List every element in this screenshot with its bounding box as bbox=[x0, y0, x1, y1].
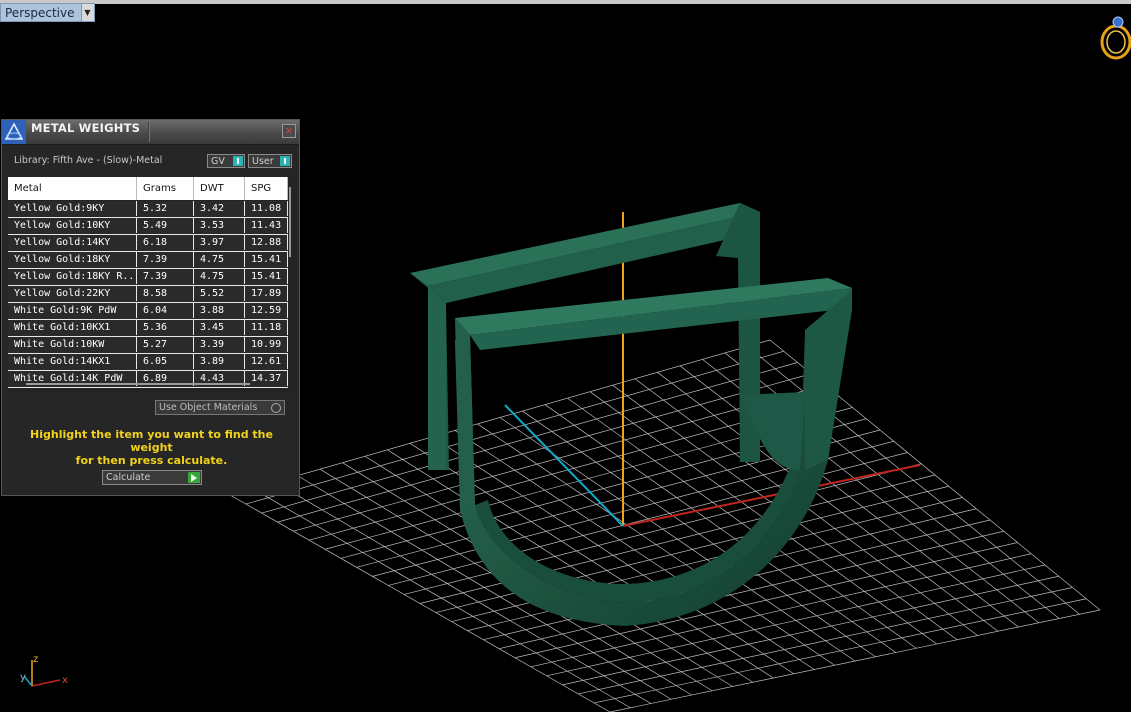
play-arrow-icon bbox=[188, 472, 200, 483]
gv-toggle-label: GV bbox=[211, 156, 225, 167]
cell-grams: 7.39 bbox=[137, 252, 194, 267]
metal-table: Metal Grams DWT SPG Yellow Gold:9KY 5.32 3… bbox=[8, 177, 295, 393]
cell-dwt: 3.45 bbox=[194, 320, 245, 335]
cell-dwt: 3.89 bbox=[194, 354, 245, 369]
cell-grams: 6.18 bbox=[137, 235, 194, 250]
column-header-spg[interactable]: SPG bbox=[245, 177, 288, 200]
triad-y-label: y bbox=[20, 672, 26, 683]
cell-grams: 8.58 bbox=[137, 286, 194, 301]
library-label: Library: Fifth Ave - (Slow)-Metal bbox=[14, 155, 163, 166]
cell-metal: White Gold:14KX1 bbox=[8, 354, 137, 369]
table-row[interactable]: Yellow Gold:22KY 8.58 5.52 17.89 bbox=[8, 286, 288, 303]
chevron-down-icon[interactable]: ▼ bbox=[80, 3, 95, 22]
use-object-materials-label: Use Object Materials bbox=[159, 402, 258, 413]
cell-spg: 11.18 bbox=[245, 320, 288, 335]
calculate-button[interactable]: Calculate bbox=[102, 470, 202, 485]
cell-spg: 12.61 bbox=[245, 354, 288, 369]
instruction-line-1: Highlight the item you want to find the … bbox=[30, 428, 273, 454]
ring-icon[interactable] bbox=[1100, 16, 1131, 60]
grid-line bbox=[609, 609, 1101, 712]
column-header-grams[interactable]: Grams bbox=[137, 177, 194, 200]
cell-spg: 15.41 bbox=[245, 269, 288, 284]
cell-metal: White Gold:10KX1 bbox=[8, 320, 137, 335]
cell-metal: Yellow Gold:9KY bbox=[8, 201, 137, 216]
cell-metal: Yellow Gold:10KY bbox=[8, 218, 137, 233]
cell-dwt: 5.52 bbox=[194, 286, 245, 301]
axis-triad: x z y bbox=[20, 654, 68, 687]
cell-grams: 5.36 bbox=[137, 320, 194, 335]
y-axis-line bbox=[504, 404, 624, 527]
cell-spg: 12.59 bbox=[245, 303, 288, 318]
triad-z-label: z bbox=[33, 654, 38, 665]
view-selector[interactable]: Perspective ▼ bbox=[0, 3, 95, 22]
panel-title: METAL WEIGHTS bbox=[31, 121, 141, 135]
cell-spg: 11.08 bbox=[245, 201, 288, 216]
floor-grid bbox=[229, 339, 1101, 712]
vertical-scrollbar[interactable] bbox=[289, 187, 291, 257]
table-body: Yellow Gold:9KY 5.32 3.42 11.08 Yellow Gold:… bbox=[8, 201, 288, 388]
cell-spg: 12.88 bbox=[245, 235, 288, 250]
cell-spg: 10.99 bbox=[245, 337, 288, 352]
table-row[interactable]: Yellow Gold:10KY 5.49 3.53 11.43 bbox=[8, 218, 288, 235]
cell-metal: Yellow Gold:18KY R... bbox=[8, 269, 137, 284]
table-row[interactable]: Yellow Gold:18KY R... 7.39 4.75 15.41 bbox=[8, 269, 288, 286]
cell-metal: Yellow Gold:22KY bbox=[8, 286, 137, 301]
gv-toggle[interactable]: GV bbox=[207, 154, 245, 168]
top-toolbar-strip bbox=[0, 0, 1131, 4]
panel-titlebar[interactable]: METAL WEIGHTS × bbox=[2, 120, 299, 145]
use-object-materials-option[interactable]: Use Object Materials bbox=[155, 400, 285, 415]
title-divider bbox=[148, 122, 150, 142]
cell-dwt: 3.42 bbox=[194, 201, 245, 216]
column-header-dwt[interactable]: DWT bbox=[194, 177, 245, 200]
instruction-line-2: for then press calculate. bbox=[75, 454, 228, 467]
front-ring-shank bbox=[455, 278, 852, 626]
radio-icon[interactable] bbox=[271, 403, 281, 413]
cell-spg: 11.43 bbox=[245, 218, 288, 233]
cell-spg: 15.41 bbox=[245, 252, 288, 267]
cell-dwt: 4.75 bbox=[194, 269, 245, 284]
cell-metal: Yellow Gold:14KY bbox=[8, 235, 137, 250]
horizontal-scrollbar[interactable] bbox=[26, 383, 250, 385]
calculate-label: Calculate bbox=[106, 472, 151, 483]
cell-spg: 17.89 bbox=[245, 286, 288, 301]
toggle-switch-icon bbox=[280, 156, 290, 166]
metal-weights-panel: METAL WEIGHTS × Library: Fifth Ave - (Sl… bbox=[1, 119, 300, 496]
cell-grams: 5.27 bbox=[137, 337, 194, 352]
column-header-metal[interactable]: Metal bbox=[8, 177, 137, 200]
cell-grams: 6.04 bbox=[137, 303, 194, 318]
cell-grams: 5.32 bbox=[137, 201, 194, 216]
cell-dwt: 3.97 bbox=[194, 235, 245, 250]
cell-dwt: 3.39 bbox=[194, 337, 245, 352]
table-header: Metal Grams DWT SPG bbox=[8, 177, 288, 200]
cell-dwt: 4.75 bbox=[194, 252, 245, 267]
table-row[interactable]: White Gold:10KW 5.27 3.39 10.99 bbox=[8, 337, 288, 354]
table-row[interactable]: Yellow Gold:14KY 6.18 3.97 12.88 bbox=[8, 235, 288, 252]
toggle-switch-icon bbox=[233, 156, 243, 166]
user-toggle[interactable]: User bbox=[248, 154, 292, 168]
close-icon[interactable]: × bbox=[282, 124, 296, 138]
cell-dwt: 3.53 bbox=[194, 218, 245, 233]
instruction-text: Highlight the item you want to find the … bbox=[14, 428, 289, 467]
cell-grams: 7.39 bbox=[137, 269, 194, 284]
triad-x-label: x bbox=[62, 675, 68, 686]
table-row[interactable]: Yellow Gold:18KY 7.39 4.75 15.41 bbox=[8, 252, 288, 269]
user-toggle-label: User bbox=[252, 156, 274, 167]
table-row[interactable]: White Gold:14KX1 6.05 3.89 12.61 bbox=[8, 354, 288, 371]
app-logo-icon bbox=[2, 120, 26, 144]
view-name-label: Perspective bbox=[0, 3, 81, 22]
cell-dwt: 3.88 bbox=[194, 303, 245, 318]
table-row[interactable]: White Gold:10KX1 5.36 3.45 11.18 bbox=[8, 320, 288, 337]
grid-line bbox=[724, 352, 1060, 619]
table-row[interactable]: White Gold:14K PdW 6.89 4.43 14.37 bbox=[8, 371, 288, 388]
table-row[interactable]: White Gold:9K PdW 6.04 3.88 12.59 bbox=[8, 303, 288, 320]
cell-metal: White Gold:9K PdW bbox=[8, 303, 137, 318]
cell-spg: 14.37 bbox=[245, 371, 288, 386]
cell-metal: White Gold:10KW bbox=[8, 337, 137, 352]
cell-grams: 6.05 bbox=[137, 354, 194, 369]
table-row[interactable]: Yellow Gold:9KY 5.32 3.42 11.08 bbox=[8, 201, 288, 218]
cell-metal: Yellow Gold:18KY bbox=[8, 252, 137, 267]
cell-grams: 5.49 bbox=[137, 218, 194, 233]
